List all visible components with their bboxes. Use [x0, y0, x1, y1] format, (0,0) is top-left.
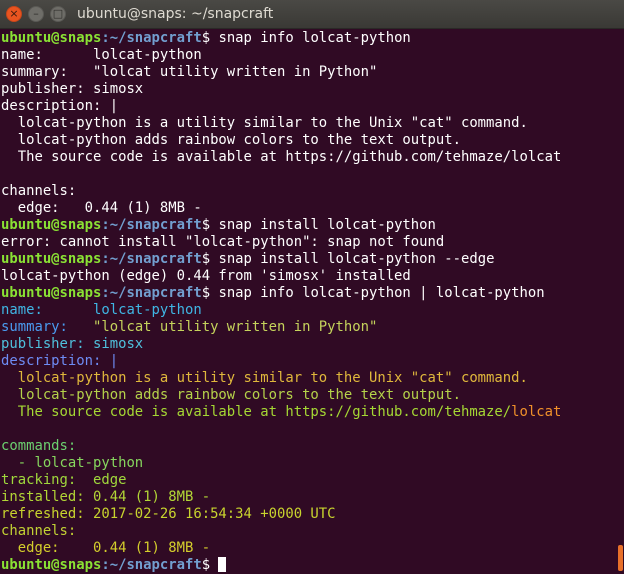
command-text: snap install lolcat-python: [218, 217, 436, 233]
scrollbar[interactable]: [612, 29, 624, 574]
output-text: summary: "lolcat utility written in Pyth…: [1, 64, 378, 80]
output-text: lolcat-python is a utility similar to th…: [1, 115, 528, 131]
window-title: ubuntu@snaps: ~/snapcraft: [77, 6, 274, 22]
output-line: description: |: [1, 98, 611, 115]
minimize-button[interactable]: –: [28, 6, 44, 22]
terminal-window: × – □ ubuntu@snaps: ~/snapcraft ubuntu@s…: [0, 0, 624, 574]
output-line: edge: 0.44 (1) 8MB -: [1, 200, 611, 217]
prompt-symbol: $: [201, 285, 219, 301]
output-line: description: |: [1, 353, 611, 370]
output-text: lolcat-python adds rainbow colors to the…: [1, 387, 461, 403]
output-text: description: |: [1, 353, 119, 369]
output-text: The source code is available at https://…: [1, 149, 562, 165]
scrollbar-thumb[interactable]: [618, 545, 623, 571]
text-cursor: [218, 557, 227, 572]
prompt-line: ubuntu@snaps:~/snapcraft$ snap install l…: [1, 217, 611, 234]
output-line: channels:: [1, 183, 611, 200]
output-line: publisher: simosx: [1, 336, 611, 353]
output-text: publisher: simosx: [1, 336, 144, 352]
prompt-path: :~/snapcraft: [101, 251, 202, 267]
output-line: name: lolcat-python: [1, 47, 611, 64]
maximize-button[interactable]: □: [50, 6, 66, 22]
prompt-userhost: ubuntu@snaps: [1, 30, 102, 46]
output-text: name: lolcat-python: [1, 47, 202, 63]
output-text: commands:: [1, 438, 77, 454]
prompt-line: ubuntu@snaps:~/snapcraft$ snap info lolc…: [1, 285, 611, 302]
prompt-userhost: ubuntu@snaps: [1, 557, 102, 573]
output-text: edge: 0.44 (1) 8MB -: [1, 540, 211, 556]
prompt-path: :~/snapcraft: [101, 217, 202, 233]
minimize-icon: –: [33, 7, 39, 20]
output-line: lolcat-python is a utility similar to th…: [1, 115, 611, 132]
output-text: lolcat-python is a utility similar to th…: [1, 370, 528, 386]
output-line: refreshed: 2017-02-26 16:54:34 +0000 UTC: [1, 506, 611, 523]
output-line: publisher: simosx: [1, 81, 611, 98]
prompt-symbol: $: [201, 251, 219, 267]
output-text: The source code is available at https://…: [1, 404, 512, 420]
output-line: The source code is available at https://…: [1, 404, 611, 421]
command-text: snap install lolcat-python --edge: [218, 251, 495, 267]
close-button[interactable]: ×: [6, 6, 22, 22]
output-line: tracking: edge: [1, 472, 611, 489]
prompt-userhost: ubuntu@snaps: [1, 251, 102, 267]
terminal-output[interactable]: ubuntu@snaps:~/snapcraft$ snap info lolc…: [1, 29, 611, 574]
output-text: publisher: simosx: [1, 81, 144, 97]
output-text: error: cannot install "lolcat-python": s…: [1, 234, 445, 250]
output-text: tracking: edge: [1, 472, 127, 488]
output-text: "lolcat utility written in Python": [93, 319, 378, 335]
prompt-symbol: $: [201, 557, 219, 573]
prompt-line: ubuntu@snaps:~/snapcraft$ snap install l…: [1, 251, 611, 268]
output-line: installed: 0.44 (1) 8MB -: [1, 489, 611, 506]
prompt-path: :~/snapcraft: [101, 30, 202, 46]
prompt-userhost: ubuntu@snaps: [1, 217, 102, 233]
prompt-userhost: ubuntu@snaps: [1, 285, 102, 301]
output-line: lolcat-python adds rainbow colors to the…: [1, 387, 611, 404]
output-line: error: cannot install "lolcat-python": s…: [1, 234, 611, 251]
output-text: edge: 0.44 (1) 8MB -: [1, 200, 202, 216]
output-line: summary: "lolcat utility written in Pyth…: [1, 319, 611, 336]
output-text: refreshed: 2017-02-26 16:54:34 +0000 UTC: [1, 506, 336, 522]
output-line: The source code is available at https://…: [1, 149, 611, 166]
prompt-line: ubuntu@snaps:~/snapcraft$ snap info lolc…: [1, 30, 611, 47]
output-text: name: lolcat-python: [1, 302, 202, 318]
prompt-symbol: $: [201, 30, 219, 46]
output-line: - lolcat-python: [1, 455, 611, 472]
output-line: lolcat-python is a utility similar to th…: [1, 370, 611, 387]
command-text: snap info lolcat-python: [218, 30, 411, 46]
output-text: channels:: [1, 183, 77, 199]
output-text: lolcat-python adds rainbow colors to the…: [1, 132, 461, 148]
prompt-path: :~/snapcraft: [101, 557, 202, 573]
command-text: snap info lolcat-python | lolcat-python: [218, 285, 545, 301]
output-line: summary: "lolcat utility written in Pyth…: [1, 64, 611, 81]
output-line: edge: 0.44 (1) 8MB -: [1, 540, 611, 557]
output-text: summary:: [1, 319, 93, 335]
prompt-symbol: $: [201, 217, 219, 233]
maximize-icon: □: [52, 7, 64, 20]
output-text: installed: 0.44 (1) 8MB -: [1, 489, 211, 505]
output-text: - lolcat-python: [1, 455, 144, 471]
prompt-line: ubuntu@snaps:~/snapcraft$: [1, 557, 611, 574]
output-text: channels:: [1, 523, 77, 539]
output-text: lolcat: [511, 404, 562, 420]
output-line: commands:: [1, 438, 611, 455]
output-line: channels:: [1, 523, 611, 540]
title-bar: × – □ ubuntu@snaps: ~/snapcraft: [0, 0, 624, 29]
output-line: lolcat-python adds rainbow colors to the…: [1, 132, 611, 149]
close-icon: ×: [9, 7, 19, 20]
output-line: name: lolcat-python: [1, 302, 611, 319]
output-text: lolcat-python (edge) 0.44 from 'simosx' …: [1, 268, 411, 284]
output-text: description: |: [1, 98, 119, 114]
output-line: lolcat-python (edge) 0.44 from 'simosx' …: [1, 268, 611, 285]
prompt-path: :~/snapcraft: [101, 285, 202, 301]
